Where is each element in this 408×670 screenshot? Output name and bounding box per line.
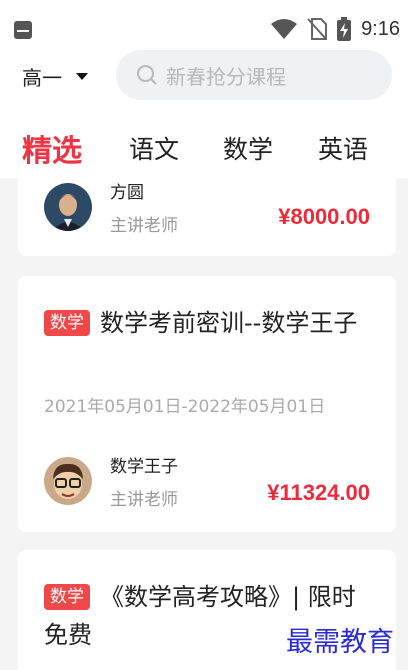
battery-charging-icon [337, 17, 352, 41]
watermark: 最需教育 [286, 627, 394, 658]
course-date-range: 2021年05月01日-2022年05月01日 [44, 397, 326, 417]
course-card[interactable]: 方圆 主讲老师 ¥8000.00 [18, 170, 396, 256]
teacher-role: 主讲老师 [110, 216, 178, 236]
no-sim-icon [307, 18, 328, 40]
tab-math[interactable]: 数学 [223, 130, 273, 166]
status-bar: 9:16 [0, 0, 408, 44]
teacher-name: 方圆 [110, 183, 144, 203]
teacher-info: 方圆 主讲老师 [44, 178, 178, 236]
course-title: 数学考前密训--数学王子 [100, 309, 358, 337]
wifi-icon [271, 19, 298, 39]
app-notification-icon [14, 21, 32, 39]
clock: 9:16 [361, 17, 400, 40]
tab-chinese[interactable]: 语文 [129, 130, 179, 166]
search-bar[interactable]: 新春抢分课程 [116, 50, 392, 100]
course-price: ¥11324.00 [267, 480, 370, 505]
course-card[interactable]: 数学 数学考前密训--数学王子 2021年05月01日-2022年05月01日 数… [18, 276, 396, 532]
teacher-info: 数学王子 主讲老师 [44, 452, 178, 510]
grade-label: 高一 [22, 66, 62, 90]
search-placeholder: 新春抢分课程 [166, 64, 286, 89]
tab-english[interactable]: 英语 [318, 130, 368, 166]
tab-featured[interactable]: 精选 [22, 126, 82, 170]
status-icons: 9:16 [271, 14, 400, 44]
teacher-avatar [44, 183, 92, 231]
course-title-block: 数学 数学考前密训--数学王子 [44, 304, 374, 342]
course-price: ¥8000.00 [278, 204, 370, 229]
search-icon [137, 65, 157, 85]
teacher-text: 方圆 主讲老师 [110, 178, 178, 236]
subject-tag: 数学 [44, 584, 90, 610]
subject-tag: 数学 [44, 310, 90, 336]
caret-down-icon [76, 73, 88, 80]
teacher-role: 主讲老师 [110, 490, 178, 510]
top-bar: 高一 新春抢分课程 [0, 44, 408, 110]
teacher-text: 数学王子 主讲老师 [110, 452, 178, 510]
teacher-avatar [44, 457, 92, 505]
teacher-name: 数学王子 [110, 457, 178, 477]
subject-tabs: 精选 语文 数学 英语 [0, 110, 408, 178]
grade-selector[interactable]: 高一 [22, 62, 88, 91]
